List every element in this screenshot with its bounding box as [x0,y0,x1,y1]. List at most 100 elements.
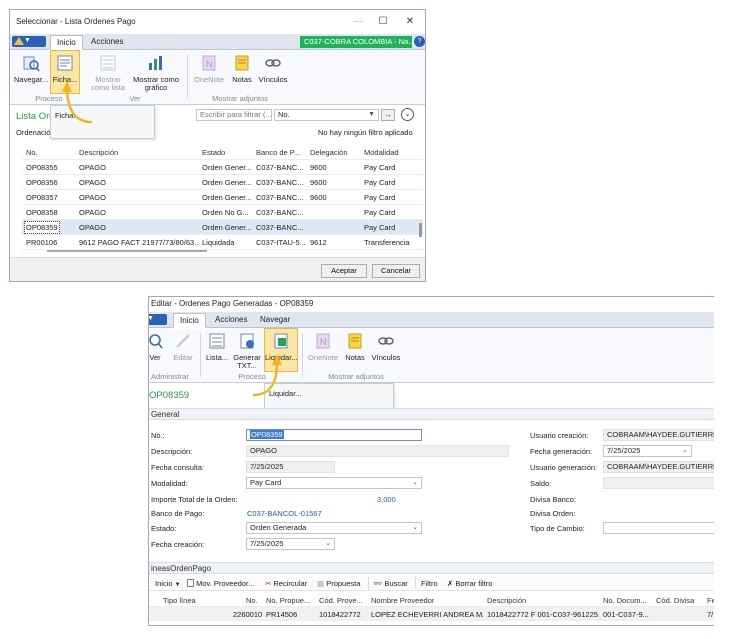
table-row-selected[interactable]: OP08359 OPAGO Orden Gener... C037-BANC... Pa… [22,220,423,235]
table-row[interactable]: 2260010 PR14506 1018422772 LOPEZ ECHEVER… [149,607,714,621]
editar-button[interactable]: Editar [169,329,197,371]
horizontal-scrollbar[interactable] [47,250,207,252]
ordenacion-label: Ordenació [16,128,51,137]
app-logo-icon [14,37,24,45]
col-header-banco[interactable]: Banco de P... [256,148,300,157]
card-icon [57,55,73,71]
descripcion-label: Descripción: [151,447,193,456]
col-header-delegacion[interactable]: Delegación [310,148,348,157]
svg-text:N: N [206,59,213,69]
liquidar-menu-item[interactable]: Liquidar... [269,389,389,398]
chevron-down-icon: ⌄ [412,479,418,486]
fecha-generacion-label: Fecha generación: [530,447,593,456]
company-badge: C037-COBRA COLOMBIA - Na... [300,36,414,48]
tab-inicio[interactable]: Inicio [173,313,206,328]
help-icon[interactable]: ? [414,36,425,47]
lista-button[interactable]: Lista... [204,329,230,371]
filter-input[interactable]: Escribir para filtrar (... [196,109,272,121]
vinculos-button[interactable]: Vínculos [256,51,290,93]
chart-icon [149,56,162,70]
accept-button[interactable]: Aceptar [321,264,367,278]
col-header-descripcion[interactable]: Descripción [79,148,118,157]
vertical-scrollbar[interactable] [419,223,422,237]
page-title: OP08359 [149,390,190,401]
col-header-no[interactable]: No. [26,148,38,157]
group-separator [187,55,188,99]
link-icon [265,59,281,67]
group-label-adjuntos: Mostrar adjuntos [328,372,384,381]
table-row[interactable]: OP08357 OPAGO Orden Gener... C037-BANC... 96… [22,190,423,205]
importe-value[interactable]: 3,000 [377,495,396,504]
table-row[interactable]: OP08356 OPAGO Orden Gener... C037-BANC... 96… [22,175,423,190]
notas-button[interactable]: Notas [229,51,255,93]
ribbon-tabs: ▼ Inicio Acciones C037-COBRA COLOMBIA - … [10,34,425,50]
recircular-button[interactable]: ✂ Recircular [265,579,307,588]
usuario-generacion-label: Usuario generación: [530,463,598,472]
propuesta-button[interactable]: ▦ Propuesta [317,579,360,588]
filter-field-select[interactable]: No. ▼ [274,109,379,121]
tipo-cambio-field[interactable] [603,522,714,534]
mostrar-grafico-button[interactable]: Mostrar como gráfico [130,51,182,93]
orders-grid: No. Descripción Estado Banco de P... Del… [22,145,423,250]
ver-button[interactable]: Ver [149,329,165,371]
onenote-button[interactable]: N OneNote [192,51,226,93]
vinculos-button[interactable]: Vínculos [369,329,403,371]
estado-select[interactable]: Orden Generada ⌄ [246,522,422,534]
group-label-ver: Ver [129,94,141,103]
table-row[interactable]: OP08358 OPAGO Orden No G... C037-BANC... Pay… [22,205,423,220]
tab-acciones[interactable]: Acciones [209,313,253,328]
descripcion-field[interactable]: OPAGO [246,445,509,457]
buscar-button[interactable]: 👓 Buscar [373,579,408,588]
fecha-generacion-field[interactable]: 7/25/2025 ⌄ [603,445,692,457]
navegar-button[interactable]: Navegar... [14,51,48,93]
table-row[interactable]: PR00106 9612 PAGO FACT 21977/73/80/63... L… [22,235,423,250]
chevron-down-icon: ▼ [24,37,31,44]
estado-label: Estado: [151,524,177,533]
chevron-down-icon: ⌄ [325,540,331,547]
mov-proveedor-button[interactable]: Mov. Proveedor... [187,579,254,588]
minimize-icon[interactable]: — [351,15,365,29]
cancel-button[interactable]: Cancelar [372,264,420,278]
table-row[interactable]: OP08355 OPAGO Orden Gener... C037-BANC... 96… [22,160,423,175]
tab-navegar[interactable]: Navegar [254,313,296,328]
ribbon-tabs: ▼ Inicio Acciones Navegar [149,312,714,328]
col-header-estado[interactable]: Estado [202,148,225,157]
saldo-field [603,477,714,489]
notes-icon [235,55,249,71]
col-header-modalidad[interactable]: Modalidad [364,148,399,157]
expand-filter-icon[interactable]: ⌄ [401,108,414,121]
group-separator [302,333,303,377]
lines-grid: Tipo línea No. No. Propue... Cód. Prove.… [149,593,714,625]
app-menu-button[interactable]: ▼ [12,36,46,47]
onenote-button[interactable]: N OneNote [306,329,340,371]
select-window: Seleccionar - Lista Ordenes Pago — ☐ ✕ ▼… [9,9,426,282]
importe-label: Importe Total de la Orden: [151,495,238,504]
notas-button[interactable]: Notas [342,329,368,371]
filtro-button[interactable]: Filtro [421,579,438,588]
lines-grid-header: Tipo línea No. No. Propue... Cód. Prove.… [149,593,714,607]
borrar-filtro-button[interactable]: ✗ Borrar filtro [447,579,492,588]
toolbar-separator [415,577,416,589]
fecha-creacion-field[interactable]: 7/25/2025 ⌄ [246,538,335,550]
maximize-icon[interactable]: ☐ [376,15,390,29]
tab-inicio[interactable]: Inicio [50,35,83,50]
group-label-adjuntos: Mostrar adjuntos [212,94,268,103]
chevron-down-icon: ▼ [174,582,181,588]
filter-apply-button[interactable]: → [381,109,395,121]
app-menu-button[interactable]: ▼ [149,314,167,325]
group-label-administrar: Administrar [151,372,189,381]
window-title: Seleccionar - Lista Ordenes Pago [16,17,136,26]
arrow-annotation [252,354,282,397]
banco-pago-value[interactable]: C037-BANCOL-01567 [247,509,322,518]
lines-inicio-menu[interactable]: Inicio ▼ [155,579,181,588]
list-icon [209,333,225,349]
close-icon[interactable]: ✕ [403,15,417,29]
chevron-down-icon: ⌄ [412,524,418,531]
section-lineas[interactable]: ineasOrdenPago [149,562,714,574]
no-field[interactable]: OP08359 [246,429,422,441]
tab-acciones[interactable]: Acciones [85,35,129,50]
recircular-icon: ✂ [265,579,272,588]
modalidad-select[interactable]: Pay Card ⌄ [246,477,422,489]
section-general[interactable]: General [149,408,714,420]
usuario-creacion-label: Usuario creación: [530,431,589,440]
